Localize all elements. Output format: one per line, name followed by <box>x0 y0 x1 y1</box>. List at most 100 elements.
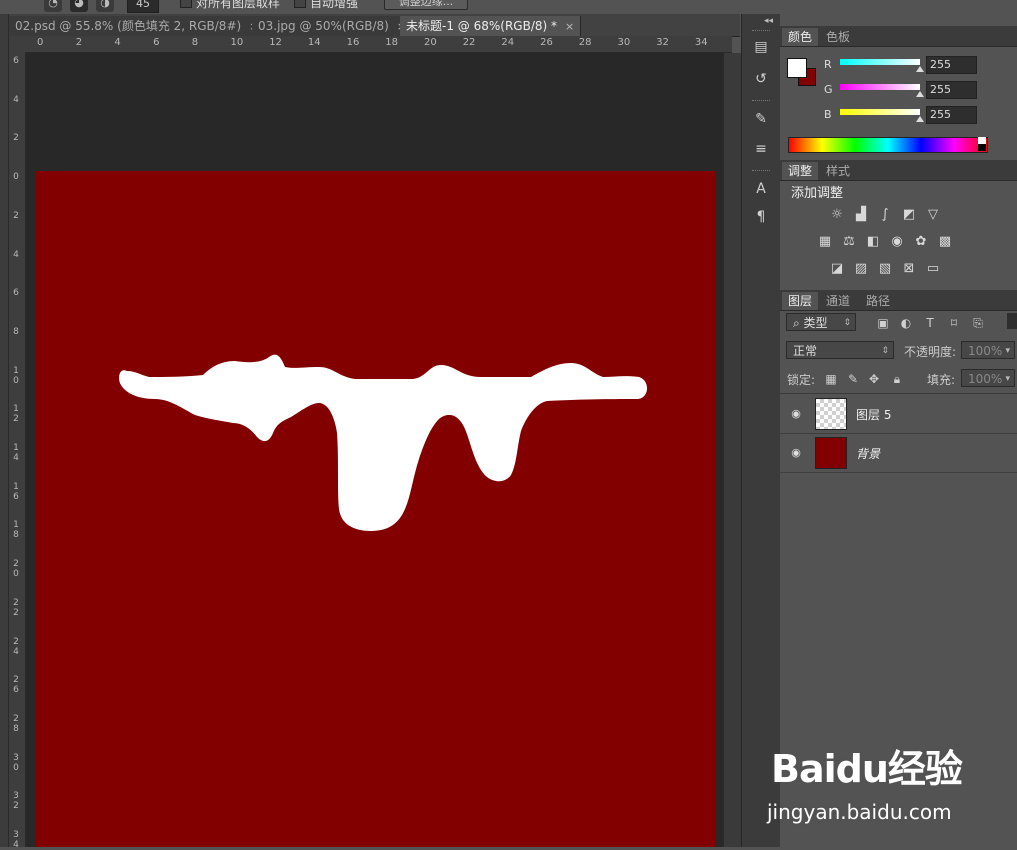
brush-size-field[interactable]: 45 <box>127 0 159 13</box>
sample-all-layers-checkbox[interactable] <box>180 0 192 8</box>
b-value-field[interactable]: 255 <box>926 106 977 124</box>
ruler-horizontal[interactable]: 0 2 4 6 8 10 12 14 16 18 20 22 24 26 28 30 32 34 <box>9 36 732 53</box>
g-value-field[interactable]: 255 <box>926 81 977 99</box>
curves-icon[interactable]: ∫ <box>876 207 894 223</box>
visibility-eye-icon[interactable]: ◉ <box>789 446 803 460</box>
ruler-tick-label: 30 <box>617 37 631 48</box>
spectrum-black[interactable] <box>978 144 986 151</box>
visibility-eye-icon[interactable]: ◉ <box>789 407 803 421</box>
posterize-icon[interactable]: ▨ <box>852 261 870 277</box>
threshold-icon[interactable]: ▧ <box>876 261 894 277</box>
brush-mode-new-icon[interactable]: ◔ <box>44 0 62 12</box>
invert-icon[interactable]: ◪ <box>828 261 846 277</box>
tab-adjustments[interactable]: 调整 <box>782 162 819 180</box>
auto-enhance-checkbox[interactable] <box>294 0 306 8</box>
divider <box>780 393 1017 394</box>
lock-all-icon[interactable]: 🔒︎ <box>890 372 904 386</box>
document-tabs: 02.psd @ 55.8% (颜色填充 2, RGB/8#)× 03.jpg … <box>9 14 740 37</box>
layer-row[interactable]: ◉ 图层 5 <box>780 395 1017 434</box>
g-slider[interactable] <box>840 84 920 90</box>
brightness-contrast-icon[interactable]: ☼ <box>828 207 846 223</box>
options-bar: ◔ ◕ ◑ 45 对所有图层取样 自动增强 调整边缘... <box>0 0 1017 14</box>
layer-comps-icon[interactable]: ▤ <box>751 38 771 56</box>
ruler-vertical[interactable]: 6420246810121416182022242628303234 <box>9 52 26 850</box>
hue-saturation-icon[interactable]: ▦ <box>816 234 834 250</box>
brush-mode-subtract-icon[interactable]: ◑ <box>96 0 114 12</box>
lock-position-icon[interactable]: ✥ <box>867 372 881 386</box>
layer-name[interactable]: 背景 <box>856 445 880 462</box>
vibrance-icon[interactable]: ▽ <box>924 207 942 223</box>
history-icon[interactable]: ↺ <box>751 70 771 88</box>
dock-grip[interactable] <box>752 30 770 33</box>
ruler-tick-label: 8 <box>191 37 199 48</box>
g-label: G <box>824 83 833 96</box>
selective-color-icon[interactable]: ⊠ <box>900 261 918 277</box>
tab-styles[interactable]: 样式 <box>820 162 856 180</box>
layer-name[interactable]: 图层 5 <box>856 406 891 423</box>
r-slider-thumb[interactable] <box>916 66 924 72</box>
b-label: B <box>824 108 832 121</box>
adjustments-panel-tabs: 调整 样式 <box>780 160 1017 181</box>
channel-mixer-icon[interactable]: ✿ <box>912 234 930 250</box>
g-slider-thumb[interactable] <box>916 91 924 97</box>
color-spectrum[interactable] <box>788 137 988 153</box>
b-slider[interactable] <box>840 109 920 115</box>
tab-paths[interactable]: 路径 <box>860 292 896 310</box>
brush-presets-icon[interactable]: ✎ <box>751 110 771 128</box>
color-balance-icon[interactable]: ⚖ <box>840 234 858 250</box>
right-panels: 颜色 色板 R 255 G 255 B 255 调整 样式 添加调整 ☼ ▟ ∫… <box>780 14 1017 847</box>
tab-02-psd[interactable]: 02.psd @ 55.8% (颜色填充 2, RGB/8#)× <box>9 16 266 36</box>
opacity-field[interactable]: 100% ▾ <box>961 341 1015 359</box>
ruler-tick-label: 4 <box>13 249 19 260</box>
brush-settings-icon[interactable]: ≡ <box>751 140 771 158</box>
photo-filter-icon[interactable]: ◉ <box>888 234 906 250</box>
lock-image-icon[interactable]: ✎ <box>846 372 860 386</box>
ruler-tick-label: 2 <box>13 210 19 221</box>
dock-grip[interactable] <box>752 170 770 173</box>
black-white-icon[interactable]: ◧ <box>864 234 882 250</box>
ruler-tick-label: 32 <box>13 791 19 812</box>
collapse-arrows-icon[interactable]: ◂◂ <box>764 16 773 26</box>
color-lookup-icon[interactable]: ▩ <box>936 234 954 250</box>
foreground-color-swatch[interactable] <box>787 58 807 78</box>
ruler-tick-label: 30 <box>13 752 19 773</box>
close-icon[interactable]: × <box>565 20 574 33</box>
tab-untitled-1[interactable]: 未标题-1 @ 68%(RGB/8) * × <box>400 16 582 36</box>
spectrum-white[interactable] <box>978 137 986 144</box>
document-canvas[interactable] <box>35 171 715 847</box>
ruler-tick-label: 16 <box>346 37 360 48</box>
filter-toggle[interactable] <box>1007 313 1017 329</box>
tab-layers[interactable]: 图层 <box>782 292 819 310</box>
r-value-field[interactable]: 255 <box>926 56 977 74</box>
filter-smart-object-icon[interactable]: ⎘ <box>971 316 985 330</box>
tab-03-jpg[interactable]: 03.jpg @ 50%(RGB/8)× <box>252 16 414 36</box>
refine-edge-button[interactable]: 调整边缘... <box>384 0 468 10</box>
fill-label: 填充: <box>927 373 956 387</box>
tab-color[interactable]: 颜色 <box>782 28 819 46</box>
dock-grip[interactable] <box>752 100 770 103</box>
r-slider[interactable] <box>840 59 920 65</box>
levels-icon[interactable]: ▟ <box>852 207 870 223</box>
ruler-tick-label: 2 <box>13 133 19 144</box>
tab-swatches[interactable]: 色板 <box>820 28 856 46</box>
paragraph-icon[interactable]: ¶ <box>751 208 771 226</box>
toolbox-edge <box>0 14 9 847</box>
brush-mode-add-icon[interactable]: ◕ <box>70 0 88 12</box>
gradient-map-icon[interactable]: ▭ <box>924 261 942 277</box>
blend-mode-select[interactable]: 正常 ⇕ <box>786 341 894 359</box>
layer-thumbnail <box>815 398 847 430</box>
filter-pixel-icon[interactable]: ▣ <box>876 316 890 330</box>
fill-field[interactable]: 100% ▾ <box>961 369 1015 387</box>
b-slider-thumb[interactable] <box>916 116 924 122</box>
lock-transparent-icon[interactable]: ▦ <box>824 372 838 386</box>
vertical-scrollbar[interactable] <box>723 53 741 847</box>
ruler-tick-label: 28 <box>13 713 19 734</box>
filter-type-icon[interactable]: T <box>923 316 937 330</box>
exposure-icon[interactable]: ◩ <box>900 207 918 223</box>
filter-adjustment-icon[interactable]: ◐ <box>899 316 913 330</box>
filter-shape-icon[interactable]: ⌑ <box>947 316 961 330</box>
layer-filter-select[interactable]: ⌕ 类型 ⇕ <box>786 313 856 331</box>
layer-row[interactable]: ◉ 背景 <box>780 434 1017 473</box>
tab-channels[interactable]: 通道 <box>820 292 856 310</box>
character-icon[interactable]: A <box>751 180 771 198</box>
